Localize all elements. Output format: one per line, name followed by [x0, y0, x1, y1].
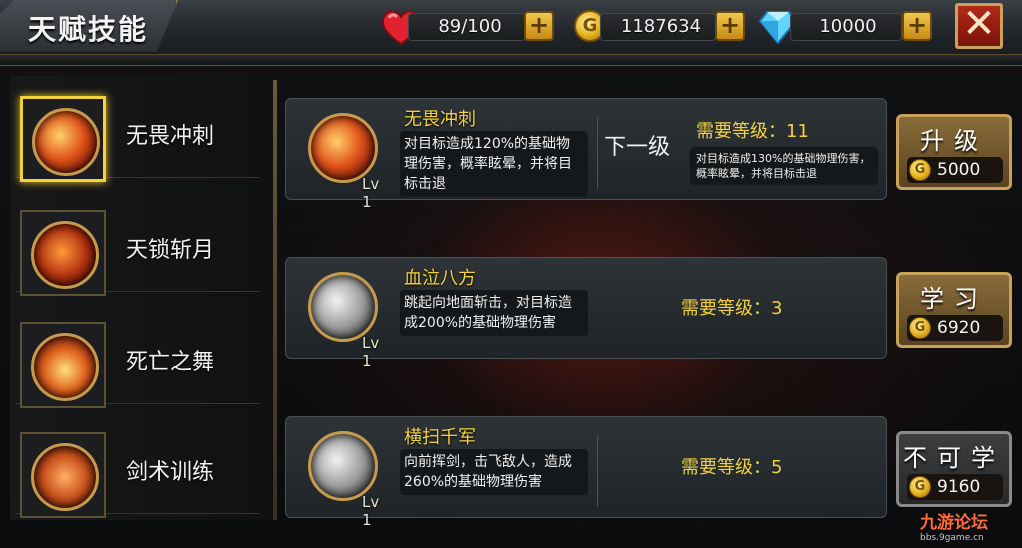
skill-frame: [20, 322, 106, 408]
chain-moon-skill-icon: [31, 221, 99, 289]
skill-frame: [20, 210, 106, 296]
gold-coin-icon: G: [909, 317, 931, 339]
skill-frame: Lv 1: [298, 423, 388, 529]
sidebar-item-label: 死亡之舞: [126, 350, 215, 375]
watermark-url: bbs.9game.cn: [920, 533, 984, 543]
skill-frame: Lv 1: [298, 105, 388, 211]
sweep-skill-icon: [308, 431, 378, 501]
cannot-learn-button[interactable]: 不可学 G 9160: [896, 431, 1012, 507]
skill-description: 向前挥剑，击飞敌人，造成260%的基础物理伤害: [400, 449, 588, 495]
skill-row: Lv 1 横扫千军 向前挥剑，击飞敌人，造成260%的基础物理伤害 需要等级：5: [285, 416, 887, 529]
gold-value: 1187634: [620, 16, 702, 37]
close-button[interactable]: ✕: [955, 3, 1003, 49]
sidebar-divider: [273, 80, 277, 520]
fire-dash-skill-icon: [308, 113, 378, 183]
gold-coin-icon: G: [909, 159, 931, 181]
page-title: 天赋技能: [28, 13, 149, 46]
sword-training-skill-icon: [31, 443, 99, 511]
stamina-value: 89/100: [438, 16, 502, 37]
skill-name: 血泣八方: [404, 268, 476, 289]
sidebar-item-label: 剑术训练: [126, 460, 215, 485]
skill-name: 横扫千军: [404, 427, 476, 448]
learn-button[interactable]: 学习 G 6920: [896, 272, 1012, 348]
fire-dash-skill-icon: [32, 108, 100, 176]
gold-coin-icon: G: [909, 476, 931, 498]
skill-row: Lv 1 血泣八方 跳起向地面斩击，对目标造成200%的基础物理伤害 需要等级：…: [285, 257, 887, 370]
skill-description: 对目标造成120%的基础物理伤害，概率眩晕，并将目标击退: [400, 131, 588, 197]
button-label: 不可学: [903, 444, 1005, 472]
cost-display: G 6920: [907, 315, 1003, 341]
cost-display: G 5000: [907, 157, 1003, 183]
divider: [597, 117, 598, 189]
sidebar-item-fearless-dash[interactable]: 无畏冲刺: [16, 92, 260, 182]
next-level-label: 下一级: [604, 135, 671, 160]
skill-row: Lv 1 无畏冲刺 对目标造成120%的基础物理伤害，概率眩晕，并将目标击退 下…: [285, 98, 887, 211]
diamond-value: 10000: [819, 16, 877, 37]
sidebar-item-chain-moon[interactable]: 天锁斩月: [16, 206, 260, 296]
cost-value: 5000: [937, 160, 981, 180]
sidebar-item-label: 无畏冲刺: [126, 124, 215, 149]
blood-slash-skill-icon: [308, 272, 378, 342]
skill-frame: [20, 96, 106, 182]
divider: [597, 435, 598, 507]
death-dance-skill-icon: [31, 333, 99, 401]
add-diamond-button[interactable]: +: [902, 11, 932, 41]
watermark: 九游论坛 bbs.9game.cn: [920, 508, 1020, 546]
cost-value: 6920: [937, 318, 981, 338]
required-level: 需要等级：5: [681, 457, 783, 478]
button-label: 学习: [920, 285, 988, 313]
cost-value: 9160: [937, 477, 981, 497]
button-label: 升级: [920, 127, 988, 155]
skill-description: 跳起向地面斩击，对目标造成200%的基础物理伤害: [400, 290, 588, 336]
next-level-description: 对目标造成130%的基础物理伤害，概率眩晕，并将目标击退: [690, 147, 878, 185]
skill-name: 无畏冲刺: [404, 109, 476, 130]
skill-level: Lv 1: [362, 334, 380, 370]
cost-display: G 9160: [907, 474, 1003, 500]
upgrade-button[interactable]: 升级 G 5000: [896, 114, 1012, 190]
add-gold-button[interactable]: +: [715, 11, 745, 41]
skill-frame: [20, 432, 106, 518]
sidebar-item-sword-training[interactable]: 剑术训练: [16, 428, 260, 518]
watermark-brand: 九游论坛: [920, 513, 988, 533]
skill-frame: Lv 1: [298, 264, 388, 370]
add-stamina-button[interactable]: +: [524, 11, 554, 41]
skill-level: Lv 1: [362, 493, 380, 529]
required-level: 需要等级：3: [681, 298, 783, 319]
sidebar-item-label: 天锁斩月: [126, 238, 215, 263]
sidebar-item-death-dance[interactable]: 死亡之舞: [16, 318, 260, 408]
skill-level: Lv 1: [362, 175, 380, 211]
required-level: 需要等级：11: [696, 121, 809, 142]
